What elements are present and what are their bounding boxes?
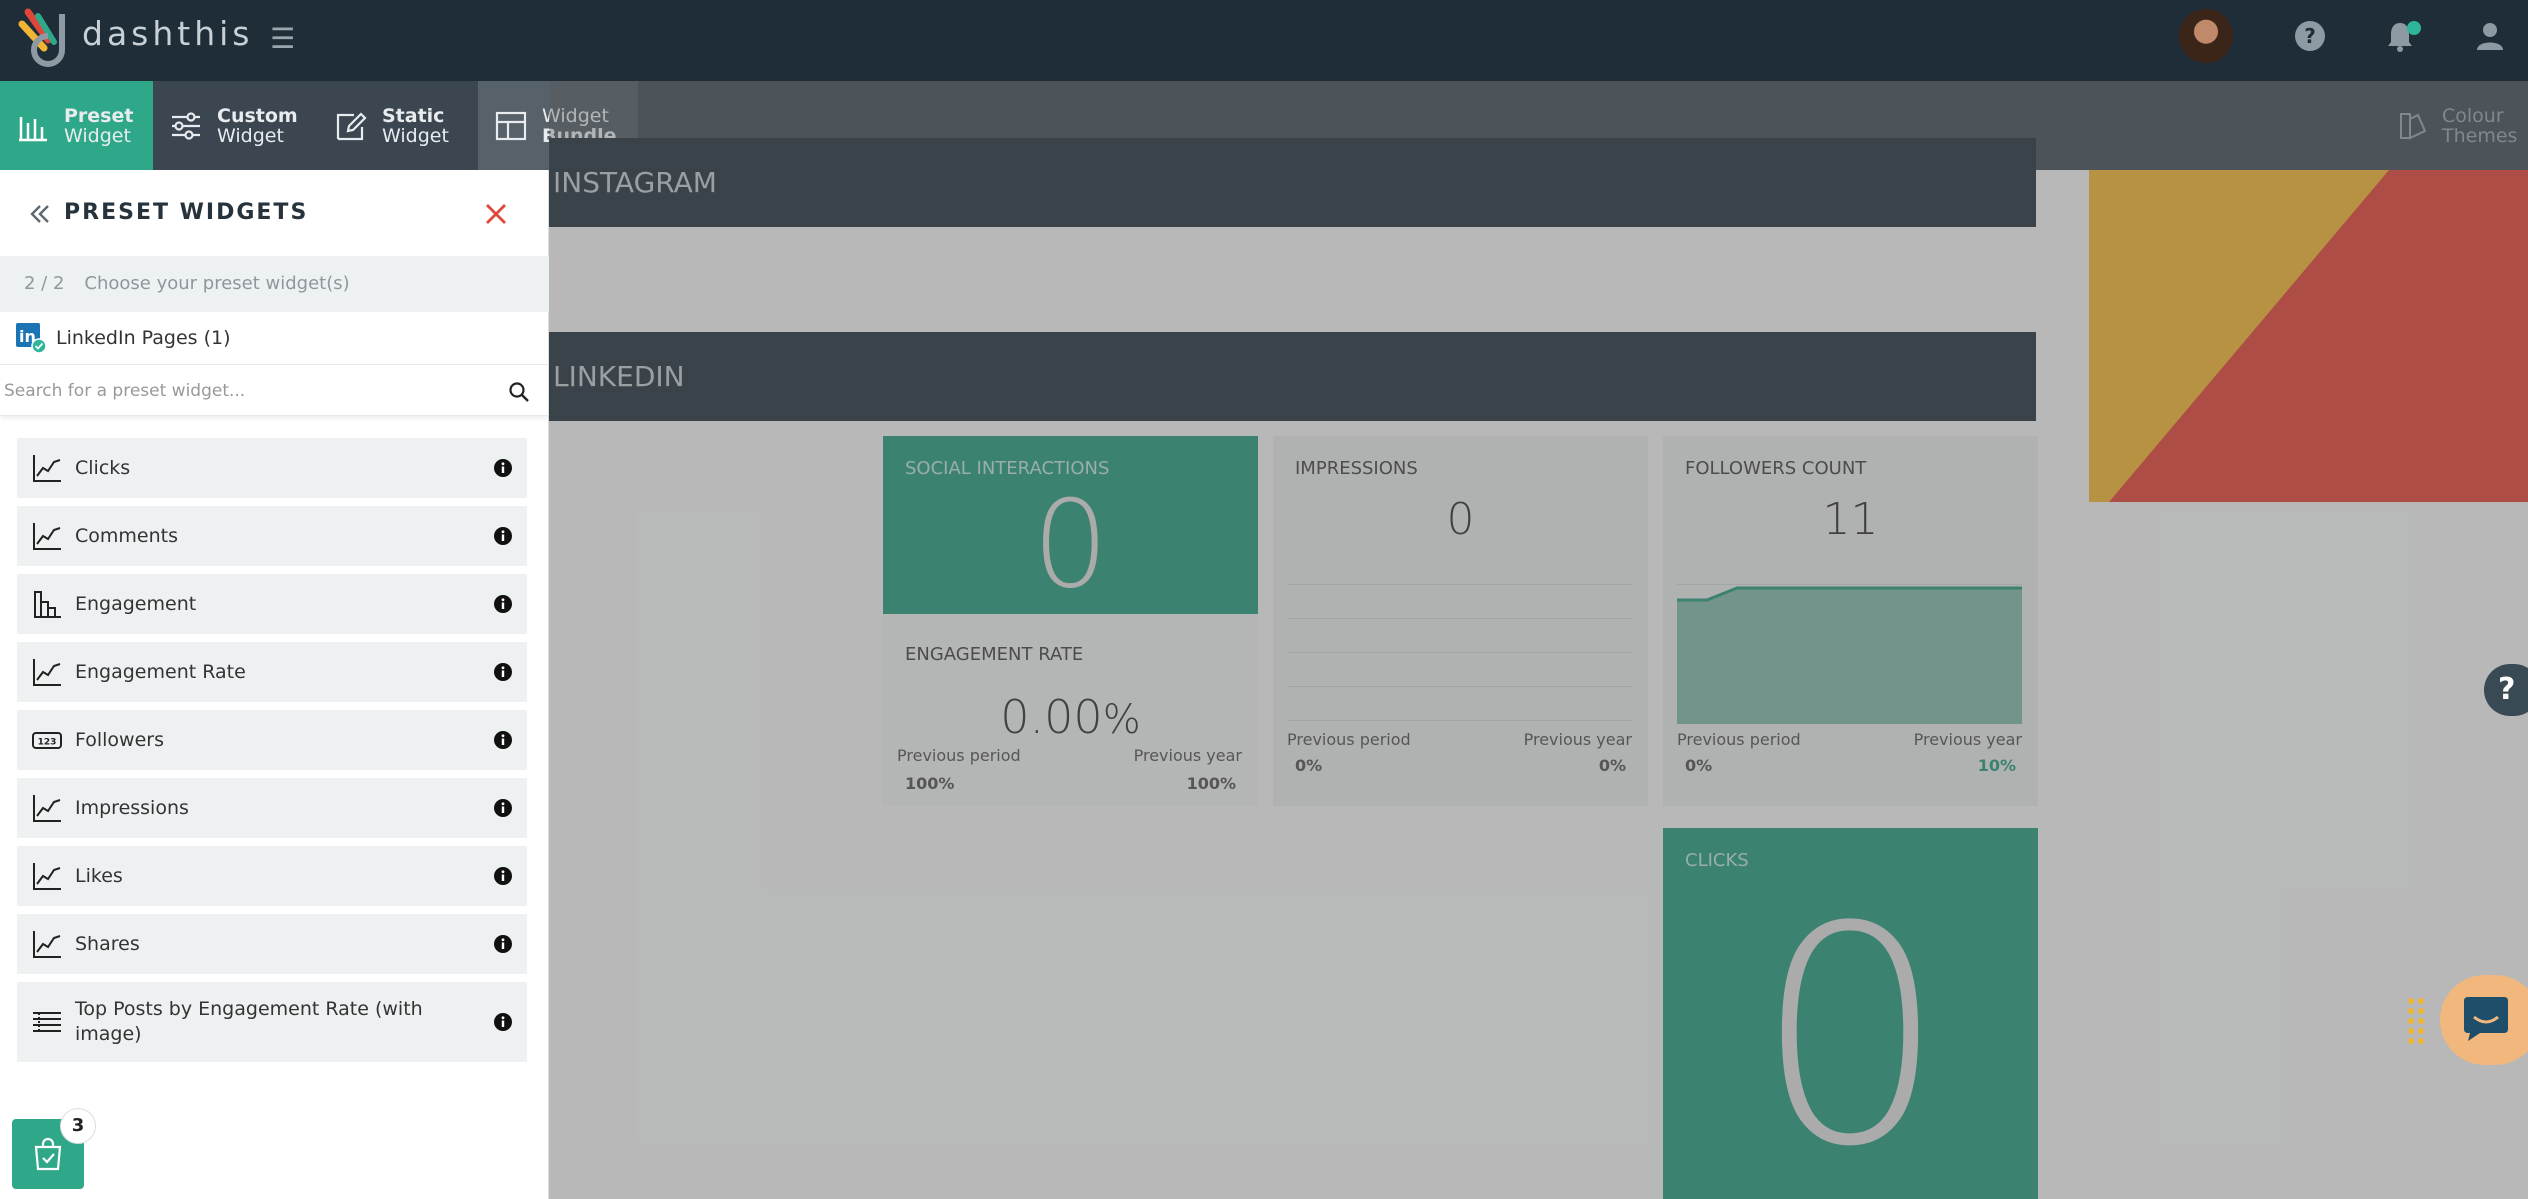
layout-icon [495,111,527,140]
widget-item-impressions[interactable]: Impressions [17,778,527,838]
table-icon [33,1012,61,1032]
line-chart-icon [33,931,61,958]
hamburger-icon[interactable]: ☰ [270,22,295,55]
widget-item-followers[interactable]: 123 Followers [17,710,527,770]
widget-item-likes[interactable]: Likes [17,846,527,906]
panel-title: PRESET WIDGETS [64,200,309,225]
bar-chart-icon [19,116,47,141]
card-followers-count[interactable]: FOLLOWERS COUNT 11 Previous period Previ… [1663,436,2038,806]
line-chart-icon [33,523,61,550]
section-header-instagram[interactable]: INSTAGRAM [549,138,2036,227]
card-clicks[interactable]: CLICKS 0 [1663,828,2038,1199]
section-header-linkedin[interactable]: LINKEDIN [549,332,2036,421]
panel-header: PRESET WIDGETS [0,170,549,256]
bar-chart-icon [34,591,61,618]
widget-item-shares[interactable]: Shares [17,914,527,974]
source-linkedin-pages[interactable]: in LinkedIn Pages (1) [0,312,549,364]
help-icon[interactable]: ? [2292,18,2328,54]
info-icon[interactable] [493,934,513,954]
info-icon[interactable] [493,458,513,478]
info-icon[interactable] [493,662,513,682]
preset-widget-list: Clicks Comments Engagement Engagement Ra… [17,438,527,1070]
line-chart-icon [33,659,61,686]
widget-item-clicks[interactable]: Clicks [17,438,527,498]
svg-text:123: 123 [38,738,57,748]
line-chart-icon [33,863,61,890]
info-icon[interactable] [493,1012,513,1032]
line-chart-icon [33,795,61,822]
tab-custom-widget[interactable]: Custom Widget [153,81,318,170]
drag-handle-icon[interactable] [2406,996,2426,1046]
notification-dot [2407,21,2421,35]
number-icon: 123 [32,732,62,749]
user-icon[interactable] [2472,18,2508,54]
card-social-interactions[interactable]: SOCIAL INTERACTIONS 0 [883,436,1258,615]
cart-count-badge: 3 [60,1108,96,1144]
preset-widgets-panel: PRESET WIDGETS 2 / 2 Choose your preset w… [0,170,549,1199]
dashboard-canvas: INSTAGRAM LINKEDIN SOCIAL INTERACTIONS 0… [549,138,2038,1199]
info-icon[interactable] [493,798,513,818]
info-icon[interactable] [493,526,513,546]
widget-item-engagement[interactable]: Engagement [17,574,527,634]
cart-icon [34,1137,62,1171]
widget-item-comments[interactable]: Comments [17,506,527,566]
avatar[interactable] [2179,9,2233,63]
chat-icon [2464,997,2508,1041]
search-icon[interactable] [508,381,530,403]
info-icon[interactable] [493,594,513,614]
help-widget-button[interactable]: ? [2484,664,2528,716]
tab-static-widget[interactable]: Static Widget [318,81,478,170]
chat-button[interactable] [2440,975,2528,1065]
followers-area-chart [1677,586,2022,724]
info-icon[interactable] [493,730,513,750]
close-icon[interactable] [484,202,508,226]
colour-themes-button[interactable]: Colour Themes [2374,81,2528,170]
svg-text:?: ? [2304,24,2316,48]
dashthis-logo[interactable] [14,6,70,70]
palette-icon [2400,112,2427,140]
linkedin-icon: in [16,323,46,353]
search-bar [0,364,549,416]
brand-name: dashthis [82,14,254,53]
tab-preset-widget[interactable]: Preset Widget [0,81,153,170]
card-impressions[interactable]: IMPRESSIONS 0 Previous period Previous y… [1273,436,1648,806]
top-bar: dashthis ☰ ? [0,0,2528,81]
search-input[interactable] [4,375,484,407]
edit-icon [336,111,367,140]
step-indicator: 2 / 2 Choose your preset widget(s) [0,256,549,312]
sliders-icon [172,111,200,140]
info-icon[interactable] [493,866,513,886]
card-engagement-rate[interactable]: ENGAGEMENT RATE 0.00% Previous period Pr… [883,614,1258,806]
theme-preview [2089,170,2528,502]
double-chevron-left-icon[interactable] [28,202,52,226]
widget-item-engagement-rate[interactable]: Engagement Rate [17,642,527,702]
line-chart-icon [33,455,61,482]
widget-item-top-posts[interactable]: Top Posts by Engagement Rate (with image… [17,982,527,1062]
